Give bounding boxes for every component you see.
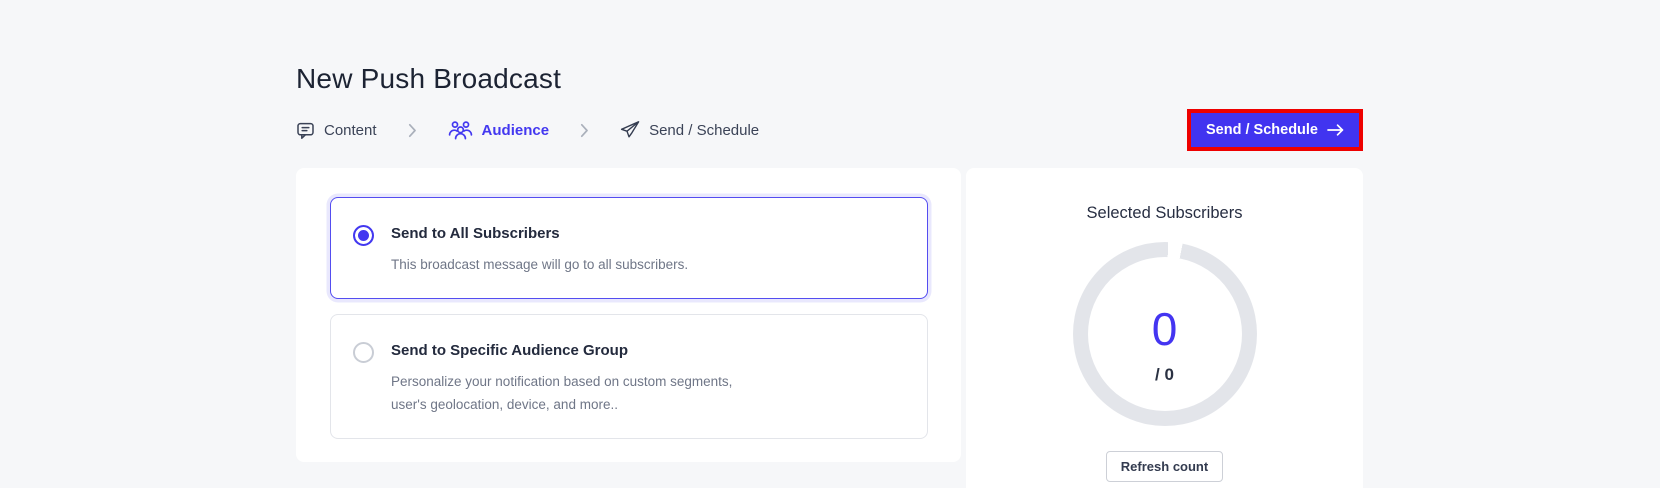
chevron-right-icon xyxy=(580,123,589,138)
selected-subscribers-panel: Selected Subscribers 0 / 0 Refresh count xyxy=(966,168,1363,488)
step-content[interactable]: Content xyxy=(296,121,377,140)
step-send-schedule-label: Send / Schedule xyxy=(649,122,759,139)
subscriber-count-total: / 0 xyxy=(1155,365,1174,385)
option-card-specific-audience-group[interactable]: Send to Specific Audience Group Personal… xyxy=(330,314,928,439)
step-audience[interactable]: Audience xyxy=(448,120,550,140)
donut-hole: 0 / 0 xyxy=(1088,257,1242,411)
option-description: This broadcast message will go to all su… xyxy=(391,254,688,276)
audience-options-panel: Send to All Subscribers This broadcast m… xyxy=(296,168,961,462)
paper-plane-icon xyxy=(620,120,640,140)
option-card-text: Send to All Subscribers This broadcast m… xyxy=(391,223,688,276)
refresh-count-button[interactable]: Refresh count xyxy=(1106,451,1223,482)
radio-specific-audience-group[interactable] xyxy=(353,342,374,363)
new-push-broadcast-page: New Push Broadcast Content xyxy=(0,0,1660,488)
donut-inner: 0 / 0 xyxy=(1152,306,1178,385)
send-schedule-button-label: Send / Schedule xyxy=(1206,122,1318,138)
step-content-label: Content xyxy=(324,122,377,139)
option-description-line1: Personalize your notification based on c… xyxy=(391,371,732,393)
send-schedule-button[interactable]: Send / Schedule xyxy=(1191,113,1359,147)
arrow-right-icon xyxy=(1327,124,1344,136)
option-card-all-subscribers[interactable]: Send to All Subscribers This broadcast m… xyxy=(330,197,928,299)
option-title: Send to Specific Audience Group xyxy=(391,340,732,359)
selected-subscribers-heading: Selected Subscribers xyxy=(1087,204,1243,223)
wizard-header: Content Audience xyxy=(296,107,1363,153)
step-audience-label: Audience xyxy=(482,122,550,139)
option-description-line2: user's geolocation, device, and more.. xyxy=(391,394,732,416)
users-icon xyxy=(448,120,473,140)
option-title: Send to All Subscribers xyxy=(391,223,688,242)
chevron-right-icon xyxy=(408,123,417,138)
comment-icon xyxy=(296,121,315,140)
option-description: Personalize your notification based on c… xyxy=(391,371,732,416)
step-send-schedule[interactable]: Send / Schedule xyxy=(620,120,759,140)
option-card-text: Send to Specific Audience Group Personal… xyxy=(391,340,732,416)
main-content: Send to All Subscribers This broadcast m… xyxy=(296,168,1363,488)
subscriber-count-value: 0 xyxy=(1152,306,1178,352)
page-title: New Push Broadcast xyxy=(296,63,561,95)
annotation-highlight-box: Send / Schedule xyxy=(1187,109,1363,151)
subscriber-count-donut: 0 / 0 xyxy=(1073,242,1257,426)
radio-all-subscribers[interactable] xyxy=(353,225,374,246)
